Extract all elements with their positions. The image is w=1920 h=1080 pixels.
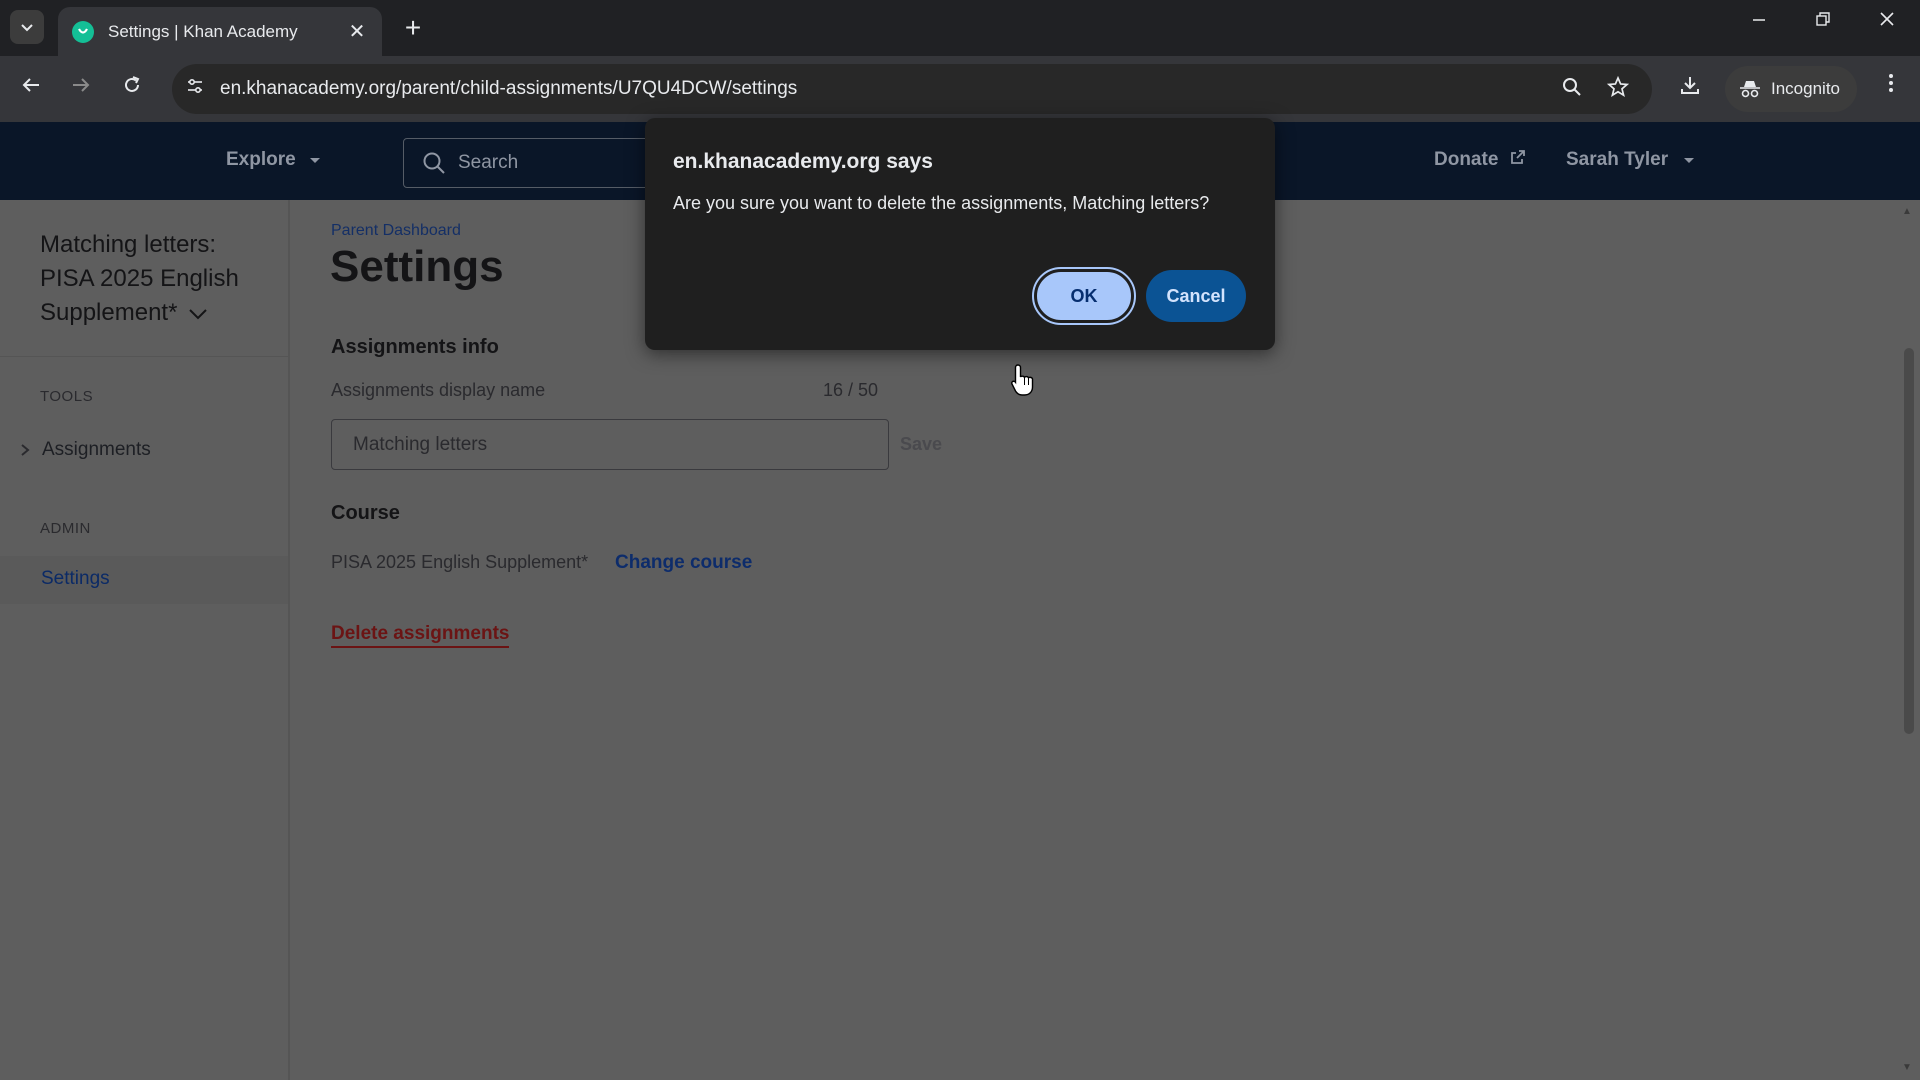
admin-heading: ADMIN — [40, 520, 91, 537]
hand-pointer-icon — [1011, 364, 1034, 396]
download-icon[interactable] — [1675, 74, 1705, 102]
explore-label: Explore — [226, 149, 296, 170]
scroll-down-icon[interactable]: ▼ — [1902, 1062, 1912, 1073]
star-icon[interactable] — [1604, 75, 1632, 104]
browser-window: Settings | Khan Academy ✕ + en.khanacade… — [0, 0, 1920, 1080]
chevron-right-icon — [21, 444, 30, 456]
reload-icon[interactable] — [117, 74, 147, 103]
donate-link[interactable]: Donate — [1434, 149, 1526, 171]
assignments-info-heading: Assignments info — [331, 336, 499, 358]
caret-down-icon — [309, 158, 320, 163]
search-placeholder: Search — [458, 152, 519, 173]
caret-down-icon — [1684, 158, 1695, 163]
close-window-icon[interactable] — [1872, 10, 1902, 33]
zoom-icon[interactable] — [1558, 76, 1586, 104]
scroll-thumb[interactable] — [1904, 348, 1914, 734]
dialog-title: en.khanacademy.org says — [673, 150, 933, 173]
khan-academy-icon — [72, 20, 94, 43]
restore-icon[interactable] — [1808, 10, 1838, 33]
display-name-value: Matching letters — [353, 433, 488, 455]
more-vert-icon[interactable] — [1876, 72, 1906, 101]
chevron-down-icon — [21, 24, 33, 32]
browser-toolbar: en.khanacademy.org/parent/child-assignme… — [0, 56, 1920, 122]
external-link-icon — [1510, 150, 1525, 164]
save-button[interactable]: Save — [900, 434, 942, 455]
user-name: Sarah Tyler — [1566, 149, 1669, 170]
incognito-badge[interactable]: Incognito — [1725, 66, 1857, 112]
delete-assignments-link[interactable]: Delete assignments — [331, 623, 510, 648]
confirm-dialog: en.khanacademy.org says Are you sure you… — [645, 118, 1275, 350]
ok-button[interactable]: OK — [1032, 267, 1136, 325]
change-course-link[interactable]: Change course — [615, 552, 752, 574]
breadcrumb[interactable]: Parent Dashboard — [331, 222, 461, 240]
user-menu[interactable]: Sarah Tyler — [1566, 149, 1695, 171]
page-title: Settings — [330, 242, 504, 291]
chevron-down-icon — [189, 309, 207, 320]
tab-title: Settings | Khan Academy — [108, 21, 298, 41]
sidebar-item-label: Assignments — [42, 439, 151, 460]
address-bar[interactable]: en.khanacademy.org/parent/child-assignme… — [172, 64, 1652, 114]
sidebar-item-settings[interactable]: Settings — [0, 556, 288, 604]
character-counter: 16 / 50 — [823, 380, 879, 400]
tools-heading: TOOLS — [40, 388, 94, 405]
url-text[interactable]: en.khanacademy.org/parent/child-assignme… — [220, 78, 797, 100]
course-heading: Course — [331, 502, 400, 524]
tab-search-button[interactable] — [10, 10, 44, 44]
sidebar: Matching letters: PISA 2025 English Supp… — [0, 200, 290, 1080]
course-name: PISA 2025 English Supplement* — [331, 552, 589, 572]
sidebar-divider — [0, 356, 288, 357]
tab-strip: Settings | Khan Academy ✕ + — [0, 0, 1920, 56]
search-icon — [423, 152, 445, 174]
sidebar-item-label: Settings — [41, 568, 110, 589]
forward-arrow-icon[interactable] — [66, 74, 96, 103]
donate-label: Donate — [1434, 149, 1499, 170]
display-name-label: Assignments display name — [331, 380, 546, 400]
dialog-message: Are you sure you want to delete the assi… — [673, 193, 1210, 213]
tab-settings-khan-academy[interactable]: Settings | Khan Academy ✕ — [58, 7, 382, 56]
minimize-icon[interactable] — [1744, 10, 1774, 33]
new-tab-button[interactable]: + — [398, 12, 428, 44]
incognito-icon — [1740, 81, 1760, 98]
incognito-label: Incognito — [1771, 79, 1840, 98]
cancel-button[interactable]: Cancel — [1146, 270, 1246, 322]
display-name-input[interactable]: Matching letters — [331, 419, 889, 470]
search-input[interactable]: Search — [403, 138, 663, 188]
close-tab-icon[interactable]: ✕ — [346, 19, 368, 44]
site-settings-icon[interactable] — [182, 76, 208, 102]
explore-menu[interactable]: Explore — [226, 149, 321, 171]
scroll-up-icon[interactable]: ▲ — [1902, 206, 1912, 217]
course-title: Matching letters: PISA 2025 English Supp… — [40, 231, 239, 326]
page-scrollbar[interactable]: ▲ ▼ — [1898, 200, 1920, 1080]
back-arrow-icon[interactable] — [16, 74, 46, 103]
course-switcher[interactable]: Matching letters: PISA 2025 English Supp… — [40, 228, 270, 330]
sidebar-item-assignments[interactable]: Assignments — [20, 439, 151, 461]
